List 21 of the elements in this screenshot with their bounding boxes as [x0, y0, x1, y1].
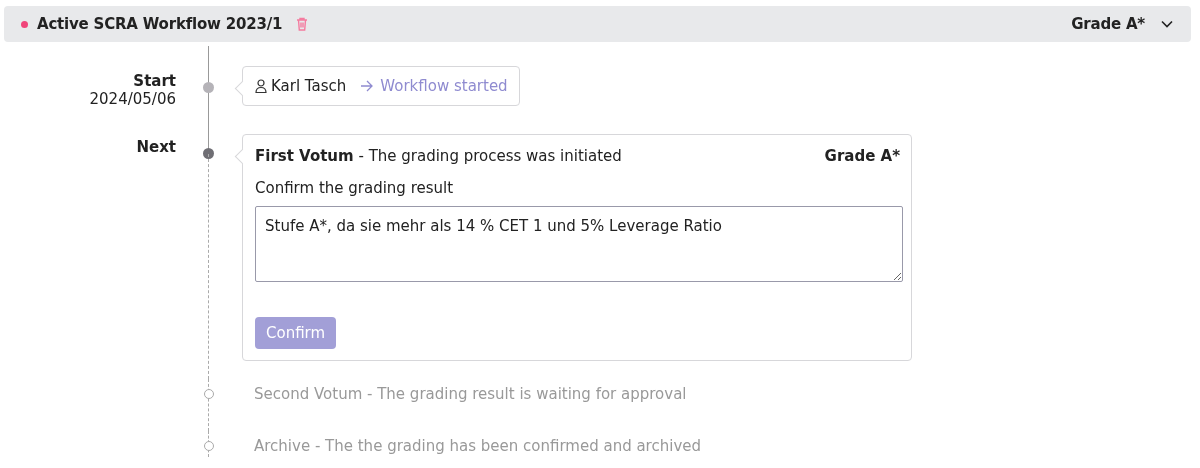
user-icon: [255, 79, 267, 93]
action-text: Workflow started: [380, 77, 508, 95]
step-text: Archive - The the grading has been confirmed and archived: [253, 436, 702, 455]
timeline-dot: [204, 389, 214, 399]
step-title: First Votum - The grading process was initiated: [255, 147, 622, 165]
step-label: Next: [136, 138, 176, 156]
grade-label: Grade A*: [824, 147, 900, 165]
prompt-text: Confirm the grading result: [255, 179, 455, 197]
header-bar[interactable]: Active SCRA Workflow 2023/1 Grade A*: [4, 6, 1191, 42]
chevron-icon[interactable]: [1161, 20, 1173, 28]
workflow-title: Active SCRA Workflow 2023/1: [37, 15, 283, 33]
timeline-dot: [204, 441, 214, 451]
timeline-dot: [203, 148, 214, 159]
arrow-icon: [360, 80, 375, 92]
grade-label: Grade A*: [1071, 15, 1145, 33]
step-label: Start: [133, 72, 176, 90]
user-name: Karl Tasch: [271, 77, 347, 95]
timeline-dot: [203, 82, 214, 93]
step-text: Second Votum - The grading result is waiting for approval: [253, 384, 688, 405]
step-date: 2024/05/06: [89, 90, 176, 108]
comment-field[interactable]: Stufe A*, da sie mehr als 14 % CET 1 und 5% Leverage Ratio: [255, 206, 903, 282]
